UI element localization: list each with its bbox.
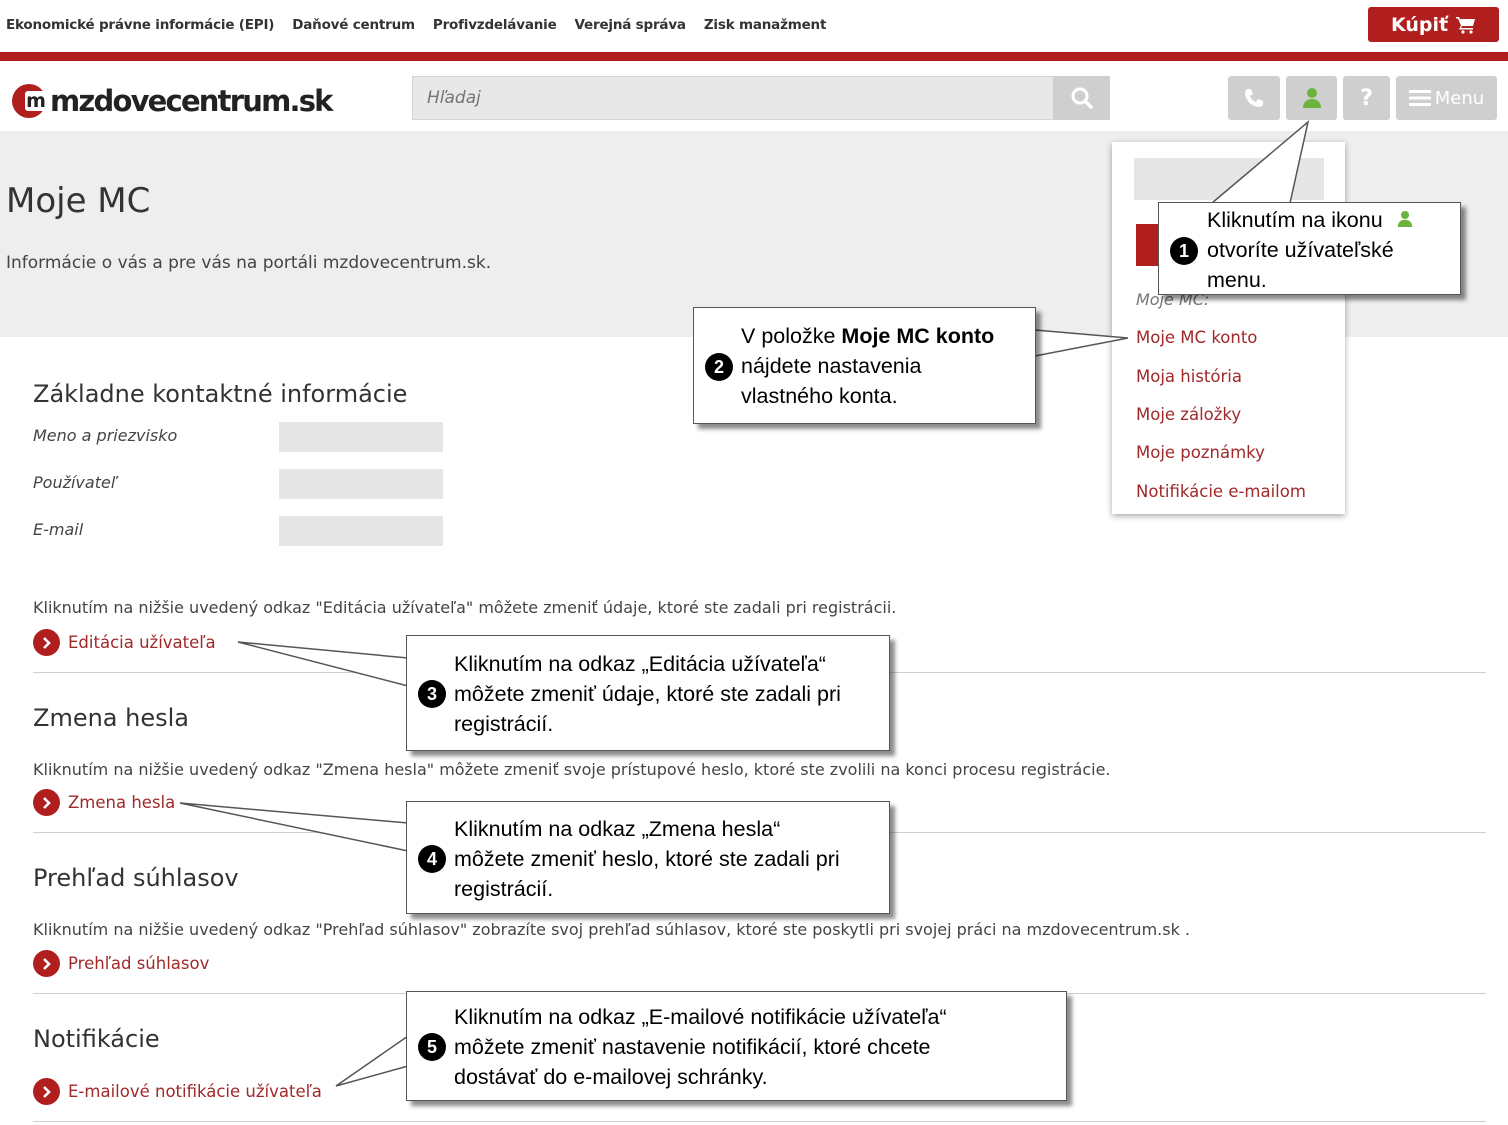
brand-divider — [0, 52, 1508, 61]
email-notifications-link-label: E-mailové notifikácie užívateľa — [68, 1082, 322, 1101]
edit-description: Kliknutím na nižšie uvedený odkaz "Editá… — [33, 598, 897, 617]
callout-text: môžete zmeniť heslo, ktoré ste zadali pr… — [454, 847, 840, 871]
callout-text: registrácií. — [454, 877, 554, 901]
hamburger-icon — [1408, 90, 1431, 106]
callout-text: nájdete nastavenia — [741, 354, 922, 378]
buy-button[interactable]: Kúpiť — [1368, 7, 1499, 42]
callout-number: 5 — [418, 1033, 446, 1061]
edit-user-link[interactable]: Editácia užívateľa — [33, 629, 216, 656]
menu-label: Menu — [1434, 87, 1485, 109]
portal-link-zisk-manazment[interactable]: Zisk manažment — [704, 17, 827, 33]
username-label: Používateľ — [33, 473, 116, 492]
help-icon: ? — [1360, 85, 1373, 111]
callout-text: vlastného konta. — [741, 384, 898, 408]
search-button[interactable] — [1053, 76, 1110, 120]
portal-links: Ekonomické právne informácie (EPI) Daňov… — [6, 17, 844, 33]
dropdown-item-moja-historia[interactable]: Moja história — [1136, 367, 1242, 386]
callout-text: V položke — [741, 324, 842, 348]
callout-text: Kliknutím na odkaz „E-mailové notifikáci… — [454, 1005, 947, 1029]
callout-1: 1 Kliknutím na ikonu otvoríte užívateľsk… — [1158, 202, 1461, 295]
help-button[interactable]: ? — [1343, 76, 1390, 120]
callout-3-pointer — [237, 641, 409, 687]
portal-link-verejna-sprava[interactable]: Verejná správa — [575, 17, 687, 33]
site-logo[interactable]: m mzdovecentrum.sk — [12, 80, 333, 122]
user-dropdown-menu: Moje MC: Moje MC konto Moja história Moj… — [1112, 142, 1345, 514]
user-icon — [1302, 88, 1321, 108]
callout-text: môžete zmeniť nastavenie notifikácií, kt… — [454, 1035, 931, 1059]
dropdown-item-moje-mc-konto[interactable]: Moje MC konto — [1136, 328, 1257, 347]
page-subtitle: Informácie o vás a pre vás na portáli mz… — [6, 253, 492, 273]
name-label: Meno a priezvisko — [33, 426, 178, 445]
top-navigation: Ekonomické právne informácie (EPI) Daňov… — [0, 0, 1508, 52]
phone-button[interactable] — [1228, 76, 1280, 120]
chevron-right-icon — [33, 629, 60, 656]
buy-button-label: Kúpiť — [1390, 13, 1449, 36]
dropdown-item-moje-zalozky[interactable]: Moje záložky — [1136, 405, 1241, 424]
consent-overview-link-label: Prehľad súhlasov — [68, 954, 210, 973]
change-password-link-label: Zmena hesla — [68, 793, 176, 812]
callout-text: Kliknutím na odkaz „Zmena hesla“ — [454, 817, 781, 841]
portal-link-epi[interactable]: Ekonomické právne informácie (EPI) — [6, 17, 274, 33]
callout-number: 4 — [418, 845, 446, 873]
callout-number: 1 — [1170, 237, 1198, 265]
chevron-right-icon — [33, 789, 60, 816]
callout-text: Kliknutím na odkaz „Editácia užívateľa“ — [454, 652, 826, 676]
edit-user-link-label: Editácia užívateľa — [68, 633, 216, 652]
password-heading: Zmena hesla — [33, 704, 189, 732]
username-value — [279, 469, 443, 499]
name-value — [279, 422, 443, 452]
menu-button[interactable]: Menu — [1396, 76, 1497, 120]
callout-3: 3 Kliknutím na odkaz „Editácia užívateľa… — [406, 635, 890, 751]
logo-mark: m — [12, 84, 47, 118]
callout-2: 2 V položke Moje MC konto nájdete nastav… — [693, 307, 1036, 424]
phone-icon — [1245, 89, 1263, 107]
callout-text: dostávať do e-mailovej schránky. — [454, 1065, 768, 1089]
search-box — [412, 76, 1053, 120]
search-icon — [1071, 87, 1093, 109]
portal-link-danove-centrum[interactable]: Daňové centrum — [292, 17, 415, 33]
callout-text: otvoríte užívateľské — [1207, 238, 1394, 262]
page-title: Moje MC — [6, 181, 151, 221]
cart-icon — [1456, 16, 1476, 34]
user-icon — [1397, 211, 1412, 227]
contact-heading: Základne kontaktné informácie — [33, 380, 408, 408]
email-label: E-mail — [33, 520, 84, 539]
dropdown-item-notifikacie[interactable]: Notifikácie e-mailom — [1136, 482, 1306, 501]
notifications-heading: Notifikácie — [33, 1025, 160, 1053]
portal-link-profivzdelavanie[interactable]: Profivzdelávanie — [433, 17, 557, 33]
change-password-link[interactable]: Zmena hesla — [33, 789, 175, 816]
logo-text: mzdovecentrum.sk — [50, 84, 333, 118]
callout-4-pointer — [179, 802, 409, 852]
callout-text: registrácií. — [454, 712, 554, 736]
chevron-right-icon — [33, 950, 60, 977]
callout-text-bold: Moje MC konto — [841, 324, 995, 348]
callout-5-pointer — [335, 1034, 409, 1087]
callout-number: 2 — [705, 353, 733, 381]
password-description: Kliknutím na nižšie uvedený odkaz "Zmena… — [33, 760, 1111, 779]
user-info-placeholder — [1134, 158, 1324, 200]
consent-heading: Prehľad súhlasov — [33, 864, 239, 892]
callout-text: Kliknutím na ikonu — [1207, 208, 1383, 232]
callout-4: 4 Kliknutím na odkaz „Zmena hesla“ môžet… — [406, 801, 890, 914]
callout-5: 5 Kliknutím na odkaz „E-mailové notifiká… — [406, 991, 1067, 1101]
callout-number: 3 — [418, 680, 446, 708]
user-menu-button[interactable] — [1286, 76, 1337, 120]
dropdown-item-moje-poznamky[interactable]: Moje poznámky — [1136, 443, 1265, 462]
consent-description: Kliknutím na nižšie uvedený odkaz "Prehľ… — [33, 920, 1191, 939]
email-value — [279, 516, 443, 546]
callout-text: menu. — [1207, 268, 1267, 292]
email-notifications-link[interactable]: E-mailové notifikácie užívateľa — [33, 1078, 322, 1105]
consent-overview-link[interactable]: Prehľad súhlasov — [33, 950, 209, 977]
search-input[interactable] — [413, 77, 1053, 119]
divider — [33, 1121, 1486, 1122]
chevron-right-icon — [33, 1078, 60, 1105]
callout-text: môžete zmeniť údaje, ktoré ste zadali pr… — [454, 682, 841, 706]
